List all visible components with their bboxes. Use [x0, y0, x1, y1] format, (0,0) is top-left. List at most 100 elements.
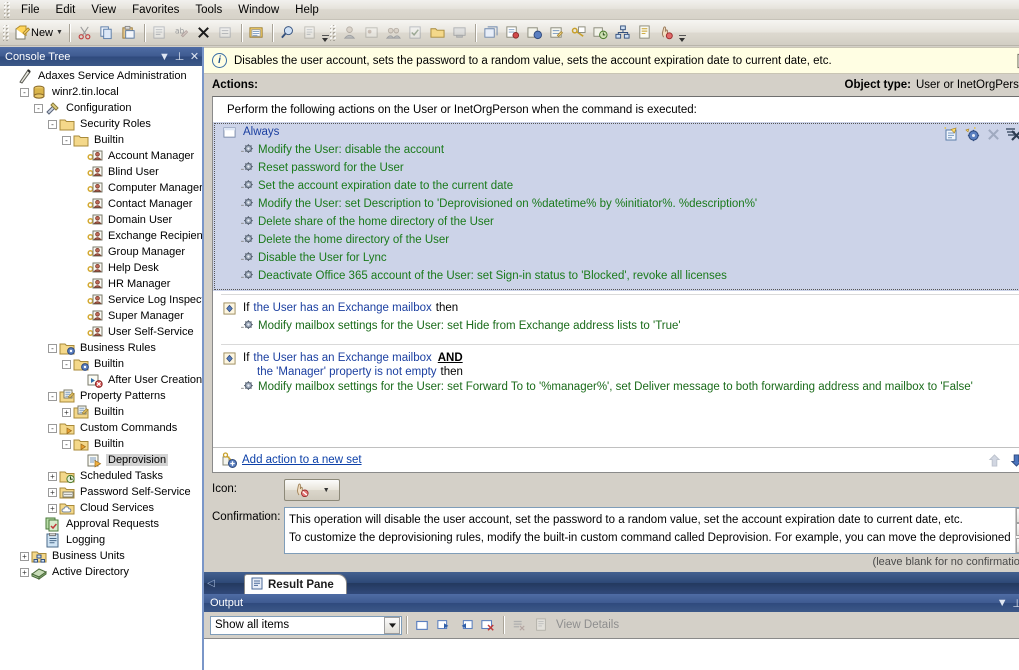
tree-node-property-patterns[interactable]: - Property Patterns [0, 388, 202, 404]
tree-node-business-units[interactable]: + Business Units [0, 548, 202, 564]
new-custom-command-button[interactable] [524, 22, 546, 44]
tree-node-cloud-services[interactable]: + Cloud Services [0, 500, 202, 516]
toolbar-grip-2[interactable] [329, 24, 337, 41]
tree-node-deprovision[interactable]: Deprovision [0, 452, 202, 468]
paste-button[interactable] [118, 22, 140, 44]
condition-expression-2[interactable]: the 'Manager' property is not empty [257, 366, 437, 378]
add-condition-icon[interactable] [964, 126, 981, 142]
action-set[interactable]: If the User has an Exchange mailbox then Mo… [213, 298, 1019, 341]
export-list-button[interactable] [246, 22, 268, 44]
tree-node-user-self-service[interactable]: User Self-Service [0, 324, 202, 340]
tree-node-builtin[interactable]: - Builtin [0, 436, 202, 452]
clear-all-button[interactable] [508, 614, 530, 636]
copy-button[interactable] [96, 22, 118, 44]
cut-button[interactable] [74, 22, 96, 44]
tree-node-active-directory[interactable]: + Active Directory [0, 564, 202, 580]
collapse-icon[interactable]: - [48, 423, 57, 433]
tree-node-exchange-recipient-administrator[interactable]: Exchange Recipient Administrator [0, 228, 202, 244]
tree-node-hr-manager[interactable]: HR Manager [0, 276, 202, 292]
tree-node-logging[interactable]: Logging [0, 532, 202, 548]
tree-node-help-desk[interactable]: Help Desk [0, 260, 202, 276]
action-item[interactable]: Reset password for the User [213, 159, 1019, 177]
menu-item-view[interactable]: View [83, 2, 124, 18]
new-ou-button[interactable] [480, 22, 502, 44]
delete-item-button[interactable] [477, 614, 499, 636]
new-scheduled-task-button[interactable] [590, 22, 612, 44]
output-filter-select[interactable]: Show all items [210, 615, 402, 635]
chevron-down-icon[interactable]: ▼ [323, 487, 330, 494]
new-task-button[interactable] [405, 22, 427, 44]
properties-button[interactable] [149, 22, 171, 44]
condition-expression[interactable]: the User has an Exchange mailbox [253, 302, 431, 314]
new-security-role-button[interactable] [568, 22, 590, 44]
tab-result-pane[interactable]: Result Pane [244, 574, 347, 594]
scroll-left-icon[interactable]: ◁ [204, 572, 218, 594]
tree-node-business-rules[interactable]: - Business Rules [0, 340, 202, 356]
new-report-button[interactable] [634, 22, 656, 44]
tree-node-contact-manager[interactable]: Contact Manager [0, 196, 202, 212]
deprovision-button[interactable] [656, 22, 678, 44]
new-contact-button[interactable] [361, 22, 383, 44]
toolbar-grip-1[interactable] [3, 24, 10, 41]
toolbar-overflow-2[interactable] [678, 22, 687, 44]
tree-node-password-self-service[interactable]: + Password Self-Service [0, 484, 202, 500]
rename-button[interactable]: ab [171, 22, 193, 44]
next-item-button[interactable] [433, 614, 455, 636]
menu-item-window[interactable]: Window [230, 2, 287, 18]
tree-node-adaxes-service-administration[interactable]: Adaxes Service Administration [0, 68, 202, 84]
add-action-icon[interactable] [943, 126, 960, 142]
collapse-icon[interactable]: - [48, 119, 57, 129]
condition-expression[interactable]: the User has an Exchange mailbox [253, 352, 431, 364]
tree-node-group-manager[interactable]: Group Manager [0, 244, 202, 260]
action-item[interactable]: Modify the User: disable the account [213, 141, 1019, 159]
action-set[interactable]: Always Modify the User: disable the accou… [213, 122, 1019, 291]
tree-node-approval-requests[interactable]: Approval Requests [0, 516, 202, 532]
clear-output-button[interactable] [411, 614, 433, 636]
tree-node-builtin[interactable]: - Builtin [0, 356, 202, 372]
condition-and-keyword[interactable]: AND [438, 352, 463, 364]
report-button[interactable] [299, 22, 321, 44]
action-set-condition[interactable]: If the User has an Exchange mailbox then [213, 302, 1019, 317]
tree-node-builtin[interactable]: - Builtin [0, 132, 202, 148]
tree-node-winr2-tin-local[interactable]: - winr2.tin.local [0, 84, 202, 100]
move-up-icon[interactable] [988, 453, 1001, 467]
find-button[interactable] [277, 22, 299, 44]
console-tree-body[interactable]: Adaxes Service Administration - winr2.tin.… [0, 66, 202, 670]
expand-icon[interactable]: + [62, 407, 71, 417]
details-button[interactable] [530, 614, 552, 636]
collapse-icon[interactable]: - [62, 135, 71, 145]
action-item[interactable]: Modify the User: set Description to 'Dep… [213, 195, 1019, 213]
new-property-pattern-button[interactable] [546, 22, 568, 44]
condition-expression[interactable]: Always [243, 126, 279, 138]
expand-icon[interactable]: + [48, 487, 57, 497]
chevron-down-icon[interactable]: ▼ [995, 597, 1010, 609]
tree-node-account-manager[interactable]: Account Manager [0, 148, 202, 164]
menu-item-edit[interactable]: Edit [48, 2, 84, 18]
menu-item-tools[interactable]: Tools [187, 2, 230, 18]
menu-item-file[interactable]: File [13, 2, 48, 18]
collapse-icon[interactable]: - [34, 103, 43, 113]
delete-button[interactable] [193, 22, 215, 44]
expand-icon[interactable]: + [48, 471, 57, 481]
remove-icon[interactable] [985, 126, 1002, 142]
expand-icon[interactable]: + [20, 567, 29, 577]
confirmation-textarea[interactable]: This operation will disable the user acc… [284, 507, 1019, 554]
tree-node-domain-user[interactable]: Domain User [0, 212, 202, 228]
confirmation-scrollbar[interactable] [1014, 508, 1019, 553]
expand-icon[interactable]: + [20, 551, 29, 561]
new-user-button[interactable] [339, 22, 361, 44]
new-computer-button[interactable] [449, 22, 471, 44]
previous-item-button[interactable] [455, 614, 477, 636]
icon-picker-button[interactable]: ▼ [284, 479, 340, 501]
tree-node-super-manager[interactable]: Super Manager [0, 308, 202, 324]
action-item[interactable]: Modify mailbox settings for the User: se… [213, 378, 1019, 396]
action-item[interactable]: Delete share of the home directory of th… [213, 213, 1019, 231]
remove-all-icon[interactable] [1006, 126, 1019, 142]
tree-node-builtin[interactable]: + Builtin [0, 404, 202, 420]
chevron-down-icon[interactable]: ▼ [56, 29, 63, 36]
action-item[interactable]: Delete the home directory of the User [213, 231, 1019, 249]
tree-node-custom-commands[interactable]: - Custom Commands [0, 420, 202, 436]
new-business-unit-button[interactable] [612, 22, 634, 44]
action-item[interactable]: Modify mailbox settings for the User: se… [213, 317, 1019, 335]
move-down-icon[interactable] [1010, 453, 1019, 467]
